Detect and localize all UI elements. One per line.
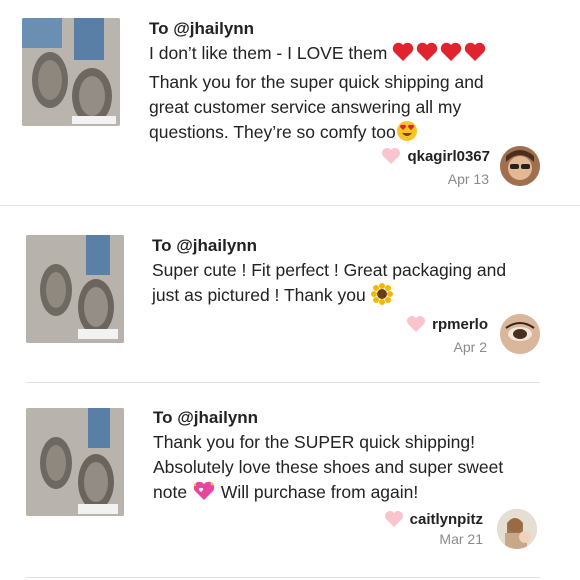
review-text: Super cute ! Fit perfect ! Great packagi… bbox=[152, 258, 562, 312]
review-line: Will purchase from again! bbox=[220, 482, 419, 502]
review-line: great customer service answering all my bbox=[149, 97, 462, 117]
reviewer-username[interactable]: caitlynpitz bbox=[410, 511, 483, 528]
review-text: Thank you for the SUPER quick shipping! … bbox=[153, 430, 563, 509]
review-text: I don’t like them - I LOVE them Thank yo… bbox=[149, 41, 559, 149]
review-line: Thank you for the SUPER quick shipping! bbox=[153, 432, 475, 452]
review-line: Super cute ! Fit perfect ! Great packagi… bbox=[152, 260, 507, 280]
review-card: To @jhailynn Thank you for the SUPER qui… bbox=[0, 383, 580, 578]
reviewer-username[interactable]: qkagirl0367 bbox=[407, 148, 490, 165]
reviewer-info: qkagirl0367 bbox=[381, 147, 490, 165]
product-thumbnail[interactable] bbox=[22, 18, 120, 126]
review-card: To @jhailynn I don’t like them - I LOVE … bbox=[0, 0, 580, 205]
review-card: To @jhailynn Super cute ! Fit perfect ! … bbox=[0, 206, 580, 381]
heart-icon[interactable] bbox=[406, 315, 426, 333]
avatar[interactable] bbox=[497, 509, 537, 549]
avatar[interactable] bbox=[500, 314, 540, 354]
divider bbox=[26, 577, 540, 578]
recipient-label: To @jhailynn bbox=[152, 236, 258, 255]
review-date: Mar 21 bbox=[439, 531, 483, 547]
review-date: Apr 13 bbox=[447, 171, 489, 187]
review-date: Apr 2 bbox=[453, 339, 487, 355]
reviewer-info: rpmerlo bbox=[406, 315, 488, 333]
heart-icon[interactable] bbox=[384, 510, 404, 528]
review-line: Thank you for the super quick shipping a… bbox=[149, 72, 484, 92]
sparkling-heart-emoji bbox=[192, 480, 216, 509]
review-line: Absolutely love these shoes and super sw… bbox=[153, 457, 504, 477]
reviewer-info: caitlynpitz bbox=[384, 510, 483, 528]
review-line: just as pictured ! Thank you bbox=[152, 285, 366, 305]
sunflower-emoji bbox=[370, 283, 393, 312]
review-line: questions. They’re so comfy too bbox=[149, 122, 396, 142]
reviewer-username[interactable]: rpmerlo bbox=[432, 316, 488, 333]
heart-icon[interactable] bbox=[381, 147, 401, 165]
avatar[interactable] bbox=[500, 146, 540, 186]
heart-eyes-emoji bbox=[396, 120, 418, 149]
recipient-label: To @jhailynn bbox=[149, 19, 255, 38]
recipient-label: To @jhailynn bbox=[153, 408, 259, 427]
review-line: I don’t like them - I LOVE them bbox=[149, 43, 388, 63]
product-thumbnail[interactable] bbox=[26, 235, 124, 343]
red-heart-emoji bbox=[392, 41, 488, 70]
review-line: note bbox=[153, 482, 188, 502]
product-thumbnail[interactable] bbox=[26, 408, 124, 516]
